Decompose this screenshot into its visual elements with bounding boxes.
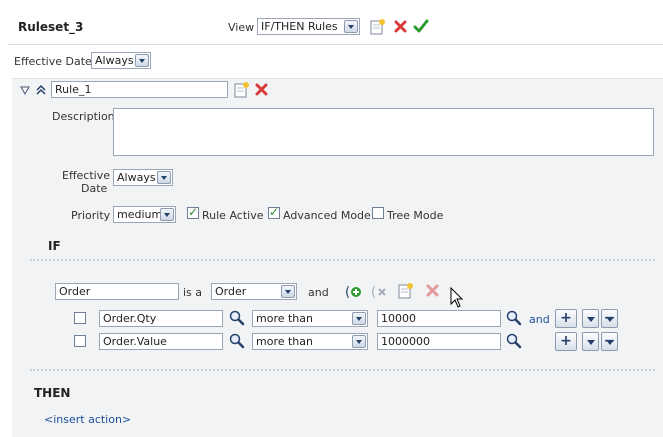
- effective-date-value: Always: [95, 54, 134, 67]
- rule-effective-date-select[interactable]: Always: [113, 169, 173, 186]
- chevron-down-icon: [352, 312, 366, 325]
- advanced-mode-checkbox[interactable]: [268, 205, 280, 219]
- view-select[interactable]: IF/THEN Rules: [257, 18, 360, 35]
- then-heading: THEN: [34, 386, 71, 400]
- view-label: View: [228, 21, 255, 34]
- remove-test-icon[interactable]: (: [371, 283, 389, 300]
- test-row-2-checkbox[interactable]: [74, 335, 86, 347]
- add-test-icon[interactable]: (: [345, 283, 363, 300]
- test-row-1-add-button[interactable]: +: [555, 309, 577, 328]
- chevron-down-icon: [344, 20, 358, 33]
- test-row-2-left-input[interactable]: Order.Value: [99, 333, 223, 350]
- rule-effective-date-label-2: Date: [81, 182, 108, 195]
- move-up-icon[interactable]: [36, 84, 46, 95]
- rule-effective-date-value: Always: [117, 171, 156, 184]
- chevron-down-icon: [157, 171, 171, 184]
- pattern-type-select[interactable]: Order: [211, 283, 297, 300]
- pattern-type-value: Order: [215, 285, 247, 298]
- priority-value: medium: [117, 208, 163, 221]
- header-divider: [8, 44, 663, 45]
- description-textarea[interactable]: [113, 108, 654, 156]
- search-icon[interactable]: [229, 333, 245, 349]
- effective-date-select[interactable]: Always: [91, 52, 151, 69]
- chevron-down-icon: [352, 335, 366, 348]
- insert-action-link[interactable]: <insert action>: [44, 413, 131, 426]
- svg-text:(: (: [371, 285, 376, 300]
- test-row-2-menu-button[interactable]: [582, 332, 599, 351]
- if-heading: IF: [48, 239, 61, 253]
- search-icon[interactable]: [506, 310, 522, 326]
- search-icon[interactable]: [229, 310, 245, 326]
- test-row-1-left-input[interactable]: Order.Qty: [99, 310, 223, 327]
- validate-check-icon[interactable]: [413, 18, 429, 34]
- advanced-mode-label: Advanced Mode: [283, 209, 371, 222]
- test-row-2-right-input[interactable]: 1000000: [377, 333, 501, 350]
- chevron-down-icon: [135, 54, 149, 67]
- test-row-2-add-button[interactable]: +: [555, 332, 577, 351]
- view-select-value: IF/THEN Rules: [261, 20, 338, 33]
- tree-mode-checkbox[interactable]: [372, 207, 384, 219]
- tree-mode-label: Tree Mode: [387, 209, 444, 222]
- is-a-label: is a: [183, 286, 203, 299]
- chevron-down-icon: [281, 285, 295, 298]
- mouse-cursor-icon: [450, 287, 464, 308]
- delete-pattern-icon[interactable]: [425, 283, 440, 298]
- ruleset-title: Ruleset_3: [18, 20, 84, 34]
- edit-pattern-icon[interactable]: [398, 282, 414, 299]
- test-row-1-right-input[interactable]: 10000: [377, 310, 501, 327]
- priority-select[interactable]: medium: [113, 206, 176, 223]
- svg-text:(: (: [345, 285, 350, 300]
- rule-name-input[interactable]: Rule_1: [51, 81, 228, 98]
- pattern-and-label: and: [308, 286, 329, 299]
- test-row-2-operator-select[interactable]: more than: [252, 333, 368, 350]
- if-divider: [30, 259, 655, 261]
- delete-icon[interactable]: [393, 19, 408, 34]
- test-row-1-operator-value: more than: [256, 312, 313, 325]
- delete-rule-icon[interactable]: [254, 82, 269, 97]
- description-label: Description: [52, 110, 115, 123]
- test-row-1-operator-select[interactable]: more than: [252, 310, 368, 327]
- edit-rule-icon[interactable]: [234, 81, 250, 98]
- chevron-down-icon: [160, 208, 174, 221]
- test-row-1-connector-link[interactable]: and: [529, 313, 550, 326]
- priority-label: Priority: [71, 209, 111, 222]
- test-row-2-operator-value: more than: [256, 335, 313, 348]
- test-row-2-remove-button[interactable]: −: [601, 332, 618, 351]
- search-icon[interactable]: [506, 333, 522, 349]
- test-row-1-remove-button[interactable]: −: [601, 309, 618, 328]
- rule-effective-date-label-1: Effective: [62, 169, 110, 182]
- then-divider: [30, 369, 655, 371]
- pattern-variable-input[interactable]: Order: [55, 283, 179, 300]
- rule-active-checkbox[interactable]: [187, 205, 199, 219]
- test-row-1-checkbox[interactable]: [74, 312, 86, 324]
- collapse-triangle-icon[interactable]: [20, 85, 30, 95]
- new-rule-icon[interactable]: [370, 18, 386, 35]
- rule-active-label: Rule Active: [202, 209, 264, 222]
- test-row-1-menu-button[interactable]: [582, 309, 599, 328]
- effective-date-label: Effective Date: [14, 55, 92, 68]
